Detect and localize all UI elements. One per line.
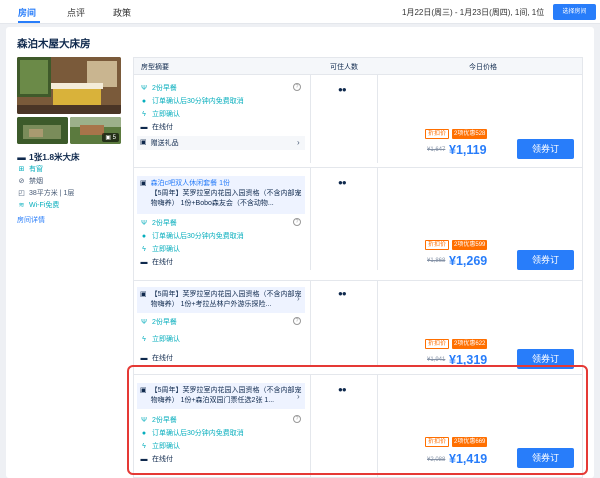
payment-info: ▬ 在线付: [140, 258, 174, 267]
card-icon: ▬: [140, 258, 148, 266]
room-photo-thumb-2[interactable]: ▣ 5: [70, 117, 121, 144]
window-icon: ⊞: [18, 166, 25, 173]
promo-tag[interactable]: 2项优惠528: [452, 129, 488, 139]
breakfast-icon: Ψ: [141, 318, 147, 326]
offer-row-3: ▣ 【5周年】芙罗拉室内花园入园资格（不含内部宠物嗨养） 1份+考拉丛林户外游乐…: [133, 280, 583, 369]
area-icon: ◰: [18, 190, 25, 197]
card-icon: ▬: [140, 354, 148, 362]
tab-rooms[interactable]: 房间: [18, 6, 36, 19]
discount-tag: 折扣价: [425, 129, 450, 139]
bolt-icon: ϟ: [142, 335, 146, 343]
top-nav-bar: 房间 点评 政策 1月22日(周三) - 1月23日(周四), 1间, 1位 选…: [0, 0, 600, 24]
breakfast-icon: Ψ: [141, 219, 147, 227]
offer-row-2: ▣ 森泊c吧双人休闲套餐 1份 【5周年】芙罗拉室内花园入园资格（不含内部宠物嗨…: [133, 167, 583, 270]
help-icon[interactable]: ?: [293, 218, 301, 226]
wifi-info: ≋ Wi-Fi免费: [18, 202, 60, 209]
tab-reviews[interactable]: 点评: [67, 6, 85, 19]
gift-icon: ▣: [140, 139, 147, 146]
tab-policies[interactable]: 政策: [113, 6, 131, 19]
payment-info: ▬ 在线付: [140, 354, 174, 363]
package-box[interactable]: ▣ 森泊c吧双人休闲套餐 1份 【5周年】芙罗拉室内花园入园资格（不含内部宠物嗨…: [137, 176, 305, 214]
photo-count-badge: ▣ 5: [102, 133, 119, 142]
cancel-info: ● 订单确认后30分钟内免费取消: [141, 97, 244, 106]
breakfast-info: Ψ 2份早餐: [141, 219, 177, 228]
header-occupancy: 可住人数: [330, 64, 358, 71]
offer-row-1: Ψ 2份早餐 ? ● 订单确认后30分钟内免费取消 ϟ 立即确认 ▬ 在线付 ▣ 赠送礼…: [133, 74, 583, 163]
discount-tag: 折扣价: [425, 240, 450, 250]
table-header: 房型摘要 可住人数 今日价格: [134, 58, 582, 75]
bolt-icon: ϟ: [142, 110, 146, 118]
package-box[interactable]: ▣ 【5周年】芙罗拉室内花园入园资格（不含内部宠物嗨养） 1份+考拉丛林户外游乐…: [137, 287, 305, 313]
header-price: 今日价格: [469, 64, 497, 71]
room-detail-link[interactable]: 房间详情: [17, 215, 45, 225]
promo-tags: 折扣价 2项优惠528: [425, 129, 488, 139]
payment-info: ▬ 在线付: [140, 123, 174, 132]
check-circle-icon: ●: [141, 232, 147, 240]
original-price: ¥1,941: [427, 357, 446, 363]
gift-icon: ▣: [140, 180, 147, 187]
highlight-annotation: [127, 365, 588, 475]
promo-tags: 折扣价 2项优惠599: [425, 240, 488, 250]
current-price: ¥1,269: [449, 254, 488, 268]
room-photo-main[interactable]: [17, 57, 121, 114]
bed-icon: ▬: [17, 152, 26, 162]
chevron-right-icon[interactable]: ›: [297, 294, 300, 303]
promo-tags: 折扣价 2项优惠622: [425, 339, 488, 349]
window-info: ⊞ 有窗: [18, 166, 43, 173]
confirm-info: ϟ 立即确认: [140, 334, 180, 344]
confirm-info: ϟ 立即确认: [140, 109, 180, 119]
current-price: ¥1,119: [449, 143, 487, 157]
area-info: ◰ 38平方米 | 1层: [18, 190, 75, 197]
confirm-info: ϟ 立即确认: [140, 244, 180, 254]
gift-box[interactable]: ▣ 赠送礼品: [137, 136, 305, 150]
help-icon[interactable]: ?: [293, 83, 301, 91]
original-price: ¥1,647: [427, 147, 446, 153]
active-tab-indicator: [18, 21, 40, 23]
card-icon: ▬: [140, 123, 148, 131]
two-persons-icon: ●●: [338, 289, 347, 298]
two-persons-icon: ●●: [338, 178, 347, 187]
date-info: 1月22日(周三) - 1月23日(周四), 1间, 1位: [402, 8, 545, 17]
book-button[interactable]: 领券订: [517, 250, 574, 270]
wifi-icon: ≋: [18, 202, 25, 209]
original-price: ¥1,868: [427, 258, 446, 264]
header-summary: 房型摘要: [141, 64, 169, 71]
cancel-info: ● 订单确认后30分钟内免费取消: [141, 232, 244, 241]
discount-tag: 折扣价: [425, 339, 450, 349]
select-room-button[interactable]: 选择房间: [553, 4, 596, 20]
chevron-right-icon[interactable]: ›: [297, 138, 300, 147]
two-persons-icon: ●●: [338, 85, 347, 94]
bed-info: ▬ 1张1.8米大床: [17, 152, 80, 162]
help-icon[interactable]: ?: [293, 317, 301, 325]
breakfast-icon: Ψ: [141, 84, 147, 92]
breakfast-info: Ψ 2份早餐: [141, 318, 177, 327]
check-circle-icon: ●: [141, 97, 147, 105]
breakfast-info: Ψ 2份早餐: [141, 84, 177, 93]
gift-icon: ▣: [140, 291, 147, 298]
room-photo-thumb-1[interactable]: [17, 117, 68, 144]
book-button[interactable]: 领券订: [517, 139, 574, 159]
smoking-info: ⊘ 禁烟: [18, 178, 43, 185]
bolt-icon: ϟ: [142, 245, 146, 253]
chevron-right-icon[interactable]: ›: [297, 188, 300, 197]
promo-tag[interactable]: 2项优惠622: [452, 339, 488, 349]
promo-tag[interactable]: 2项优惠599: [452, 240, 488, 250]
room-title: 森泊木屋大床房: [17, 38, 91, 50]
no-smoking-icon: ⊘: [18, 178, 25, 185]
